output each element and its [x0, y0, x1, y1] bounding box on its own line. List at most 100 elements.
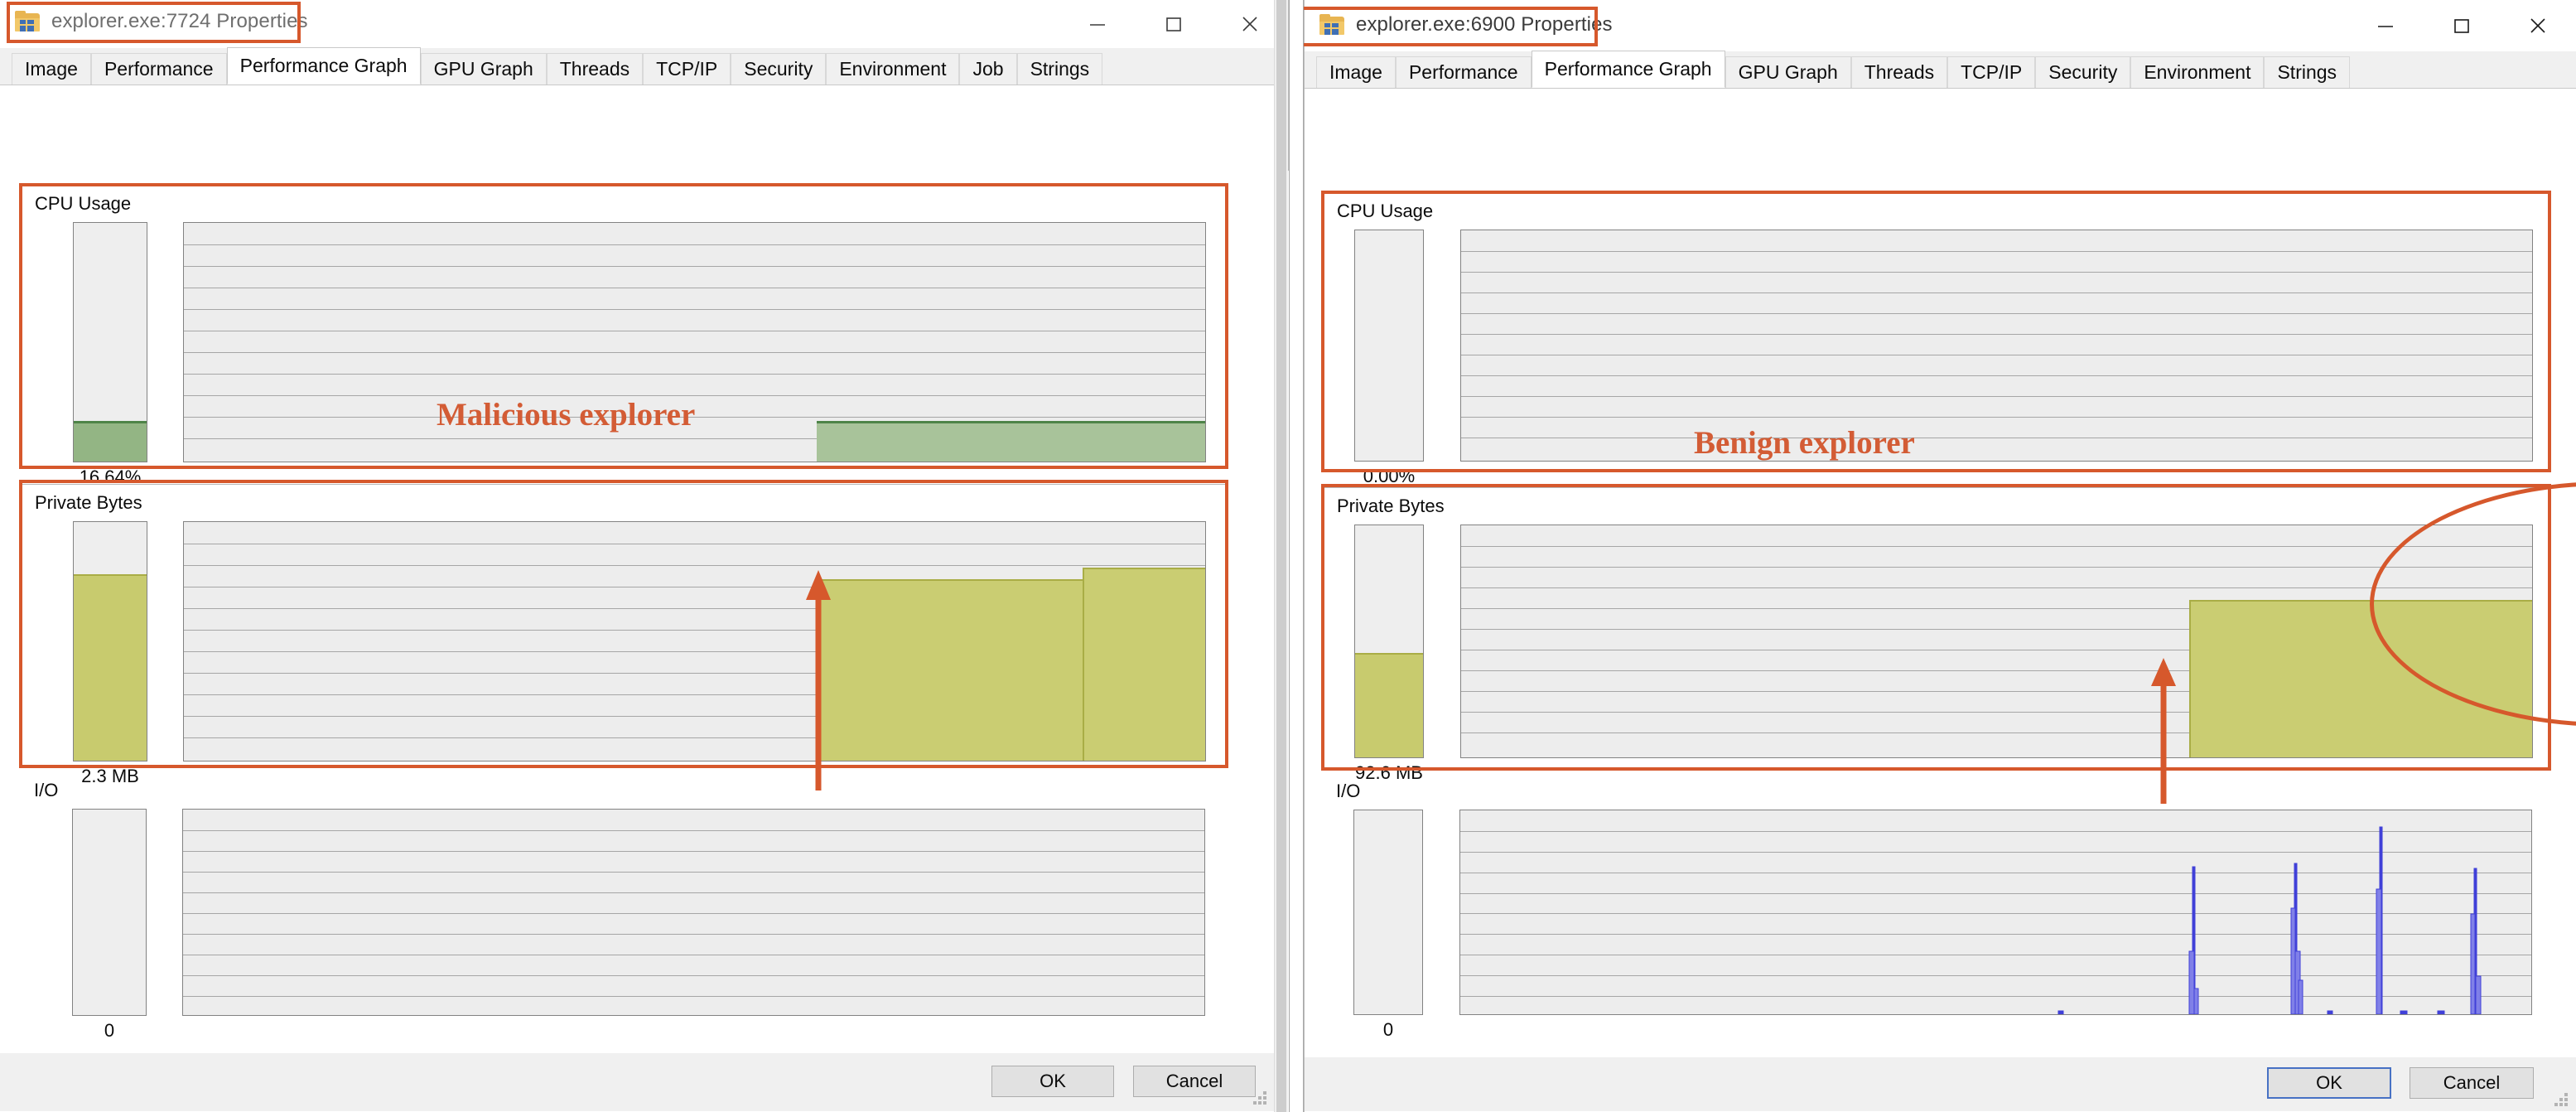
tab-label: Threads	[559, 58, 630, 80]
tab-label: Environment	[2144, 61, 2251, 83]
tab-job[interactable]: Job	[959, 53, 1017, 85]
tab-strings[interactable]: Strings	[2264, 56, 2351, 88]
right-private-bytes-label: Private Bytes	[1337, 496, 1445, 516]
left-window-title: explorer.exe:7724 Properties	[51, 10, 308, 32]
tab-image[interactable]: Image	[1316, 56, 1396, 88]
right-window-footer: OK Cancel	[1305, 1057, 2576, 1111]
tab-label: GPU Graph	[1738, 61, 1838, 83]
tab-label: Security	[744, 58, 813, 80]
left-window-scrollbar[interactable]	[1274, 0, 1288, 1112]
right-private-bytes-graph	[1460, 525, 2533, 758]
left-io-group: I/O 0	[21, 780, 1226, 1053]
right-cpu-usage-group: CPU Usage 0.00%	[1323, 192, 2549, 486]
left-io-plot	[183, 810, 1204, 1015]
tab-performance-graph[interactable]: Performance Graph	[1531, 51, 1725, 88]
right-cpu-usage-meter	[1354, 230, 1424, 462]
left-private-bytes-meter	[73, 521, 147, 761]
right-window-title: explorer.exe:6900 Properties	[1356, 13, 1613, 36]
right-window-controls[interactable]	[2347, 0, 2576, 51]
tab-gpu-graph[interactable]: GPU Graph	[1725, 56, 1851, 88]
tab-environment[interactable]: Environment	[2130, 56, 2265, 88]
right-private-bytes-plot	[1461, 525, 2532, 757]
right-performance-graph-page: CPU Usage 0.00% Private Bytes 92.6 MB I/…	[1305, 177, 2576, 1112]
left-window-title-area: explorer.exe:7724 Properties	[15, 10, 308, 33]
tab-performance-graph[interactable]: Performance Graph	[226, 47, 421, 85]
left-cpu-usage-meter-fill	[74, 421, 147, 462]
tab-gpu-graph[interactable]: GPU Graph	[420, 53, 547, 85]
left-cpu-usage-meter	[73, 222, 147, 462]
folder-window-icon	[1319, 14, 1344, 36]
left-cancel-label: Cancel	[1165, 1071, 1223, 1091]
tab-performance[interactable]: Performance	[90, 53, 227, 85]
left-private-bytes-meter-fill	[74, 574, 147, 761]
tab-label: Performance Graph	[1544, 58, 1712, 80]
left-properties-window[interactable]: explorer.exe:7724 Properties Image Perfo…	[0, 0, 1289, 1112]
right-cancel-label: Cancel	[2443, 1072, 2501, 1093]
right-tabstrip[interactable]: Image Performance Performance Graph GPU …	[1305, 51, 2576, 89]
left-window-controls[interactable]	[1059, 0, 1288, 48]
tab-tcpip[interactable]: TCP/IP	[643, 53, 731, 85]
right-cpu-usage-value: 0.00%	[1363, 466, 1416, 486]
tab-label: Security	[2048, 61, 2118, 83]
left-cancel-button[interactable]: Cancel	[1133, 1066, 1256, 1097]
window-separator	[1289, 0, 1304, 1112]
folder-window-icon	[15, 11, 40, 32]
maximize-icon[interactable]	[2424, 0, 2500, 51]
right-window-title-area: explorer.exe:6900 Properties	[1319, 13, 1613, 36]
tab-label: Performance Graph	[239, 55, 408, 76]
left-annotation-label: Malicious explorer	[437, 397, 696, 433]
left-ok-button[interactable]: OK	[991, 1066, 1114, 1097]
right-io-meter	[1353, 810, 1423, 1015]
left-window-titlebar[interactable]: explorer.exe:7724 Properties	[0, 0, 1288, 48]
tab-strings[interactable]: Strings	[1016, 53, 1103, 85]
right-io-group: I/O 0	[1323, 781, 2549, 1054]
tab-image[interactable]: Image	[12, 53, 91, 85]
tab-label: Environment	[839, 58, 947, 80]
tab-label: Threads	[1864, 61, 1935, 83]
left-private-bytes-group: Private Bytes 2.3 MB	[21, 484, 1226, 786]
minimize-icon[interactable]	[2347, 0, 2424, 51]
tab-threads[interactable]: Threads	[1850, 56, 1948, 88]
tab-label: TCP/IP	[656, 58, 718, 80]
right-window-titlebar[interactable]: explorer.exe:6900 Properties	[1305, 0, 2576, 51]
tab-label: Performance	[104, 58, 214, 80]
tab-security[interactable]: Security	[2035, 56, 2131, 88]
right-properties-window[interactable]: explorer.exe:6900 Properties Image Perfo…	[1300, 0, 2576, 1112]
tab-performance[interactable]: Performance	[1395, 56, 1532, 88]
right-private-bytes-area	[2189, 599, 2532, 757]
left-resize-grip[interactable]	[1253, 1091, 1266, 1105]
left-cpu-usage-area	[817, 421, 1205, 462]
left-ok-label: OK	[1040, 1071, 1066, 1091]
left-io-graph	[182, 809, 1205, 1016]
left-tabstrip[interactable]: Image Performance Performance Graph GPU …	[0, 47, 1288, 85]
right-resize-grip[interactable]	[2554, 1093, 2568, 1106]
left-window-scrollbar-thumb[interactable]	[1276, 0, 1286, 1112]
tab-tcpip[interactable]: TCP/IP	[1947, 56, 2036, 88]
tab-label: Image	[1329, 61, 1382, 83]
left-cpu-usage-label: CPU Usage	[35, 193, 132, 214]
right-cpu-usage-label: CPU Usage	[1337, 201, 1434, 221]
right-io-graph	[1459, 810, 2532, 1015]
tab-security[interactable]: Security	[731, 53, 827, 85]
close-icon[interactable]	[2500, 0, 2576, 51]
left-private-bytes-graph	[183, 521, 1206, 761]
right-io-spikes	[2057, 826, 2482, 1014]
right-annotation-label: Benign explorer	[1694, 425, 1915, 461]
tab-threads[interactable]: Threads	[546, 53, 644, 85]
tab-label: GPU Graph	[433, 58, 533, 80]
tab-label: TCP/IP	[1961, 61, 2023, 83]
right-cancel-button[interactable]: Cancel	[2410, 1067, 2534, 1099]
maximize-icon[interactable]	[1136, 0, 1212, 48]
right-cpu-usage-plot	[1461, 230, 2532, 461]
right-ok-button[interactable]: OK	[2267, 1067, 2391, 1099]
right-private-bytes-up-arrow	[2151, 658, 2176, 804]
tab-label: Job	[972, 58, 1004, 80]
tab-environment[interactable]: Environment	[826, 53, 960, 85]
right-private-bytes-group: Private Bytes 92.6 MB	[1323, 487, 2549, 783]
right-io-value: 0	[1382, 1019, 1394, 1040]
minimize-icon[interactable]	[1059, 0, 1136, 48]
left-private-bytes-label: Private Bytes	[35, 492, 142, 513]
left-private-bytes-area-step	[1083, 567, 1205, 761]
right-io-label: I/O	[1336, 781, 1361, 801]
tab-label: Performance	[1408, 61, 1518, 83]
